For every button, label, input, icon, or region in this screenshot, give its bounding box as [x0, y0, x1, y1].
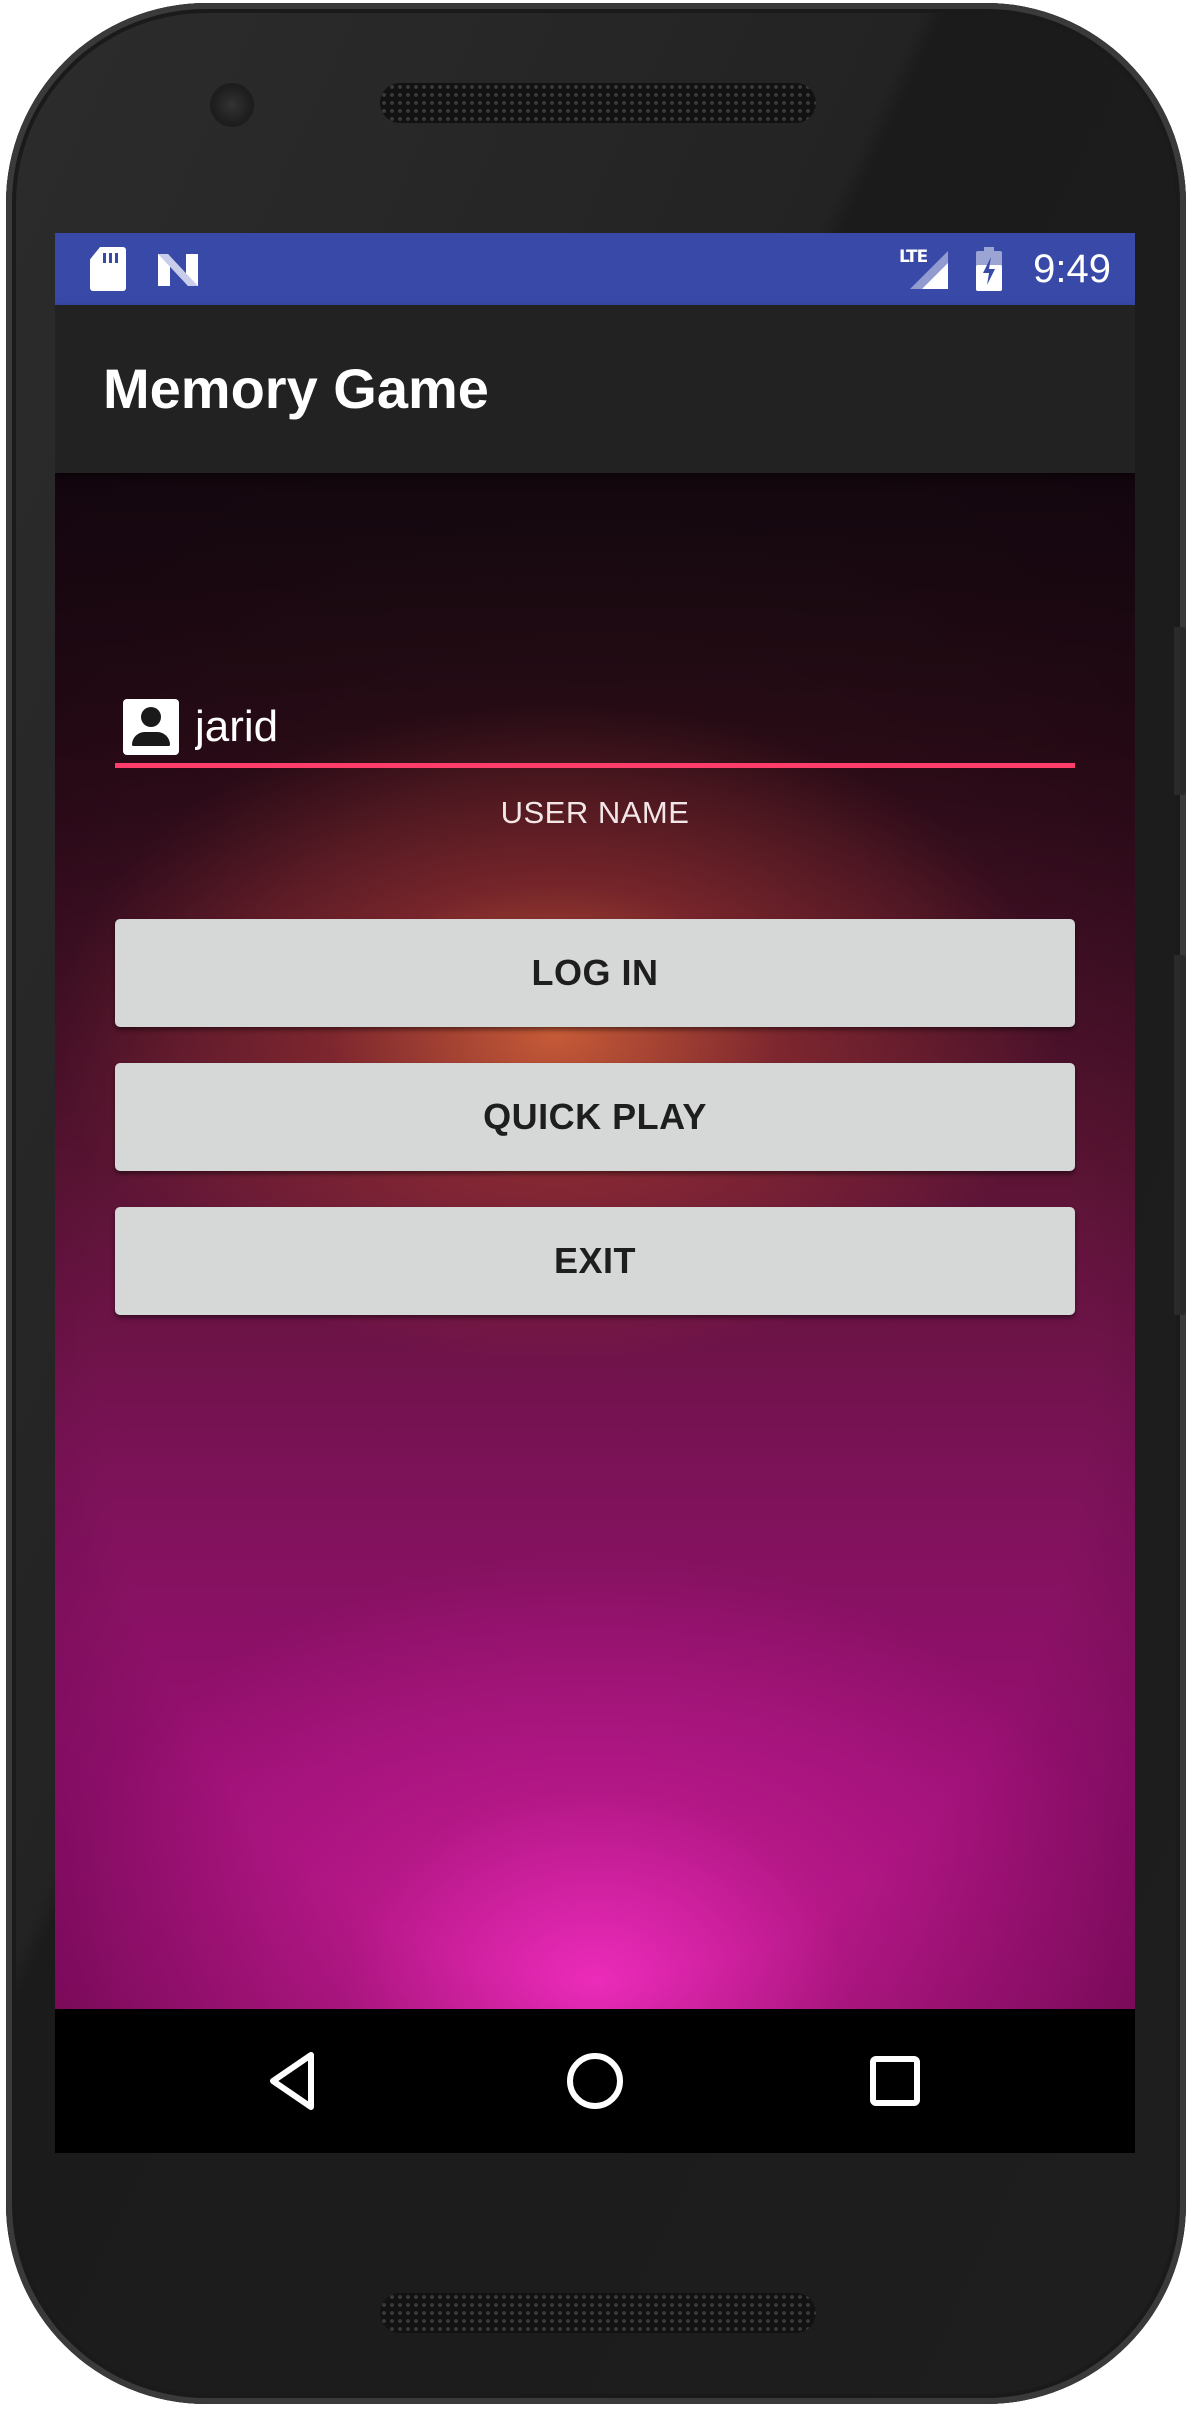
n-notification-icon	[158, 254, 198, 286]
earpiece-speaker	[380, 83, 816, 123]
log-in-button[interactable]: LOG IN	[115, 919, 1075, 1027]
page-title: Memory Game	[103, 357, 489, 420]
lte-signal-icon	[910, 251, 948, 289]
home-icon[interactable]	[559, 2045, 631, 2117]
battery-icon	[976, 247, 1002, 291]
username-input[interactable]	[195, 697, 1055, 757]
login-screen: USER NAME LOG IN QUICK PLAY EXIT	[55, 473, 1135, 2009]
device-screen: LTE 9:49 Memory Game USER NAME LOG IN QU…	[55, 233, 1135, 2153]
recents-icon[interactable]	[859, 2045, 931, 2117]
back-icon[interactable]	[259, 2045, 331, 2117]
exit-button[interactable]: EXIT	[115, 1207, 1075, 1315]
quick-play-button[interactable]: QUICK PLAY	[115, 1063, 1075, 1171]
navigation-bar	[55, 2009, 1135, 2153]
username-caption: USER NAME	[500, 795, 690, 830]
account-box-icon	[123, 699, 179, 755]
app-bar: Memory Game	[55, 305, 1135, 473]
bottom-speaker	[380, 2293, 816, 2333]
username-field[interactable]	[115, 689, 1075, 769]
volume-button	[1174, 955, 1186, 1315]
sd-card-icon	[90, 247, 126, 291]
status-bar: LTE 9:49	[55, 233, 1135, 305]
username-underline	[115, 763, 1075, 768]
status-clock: 9:49	[1033, 247, 1111, 291]
front-camera	[210, 83, 254, 127]
power-button	[1174, 627, 1186, 795]
